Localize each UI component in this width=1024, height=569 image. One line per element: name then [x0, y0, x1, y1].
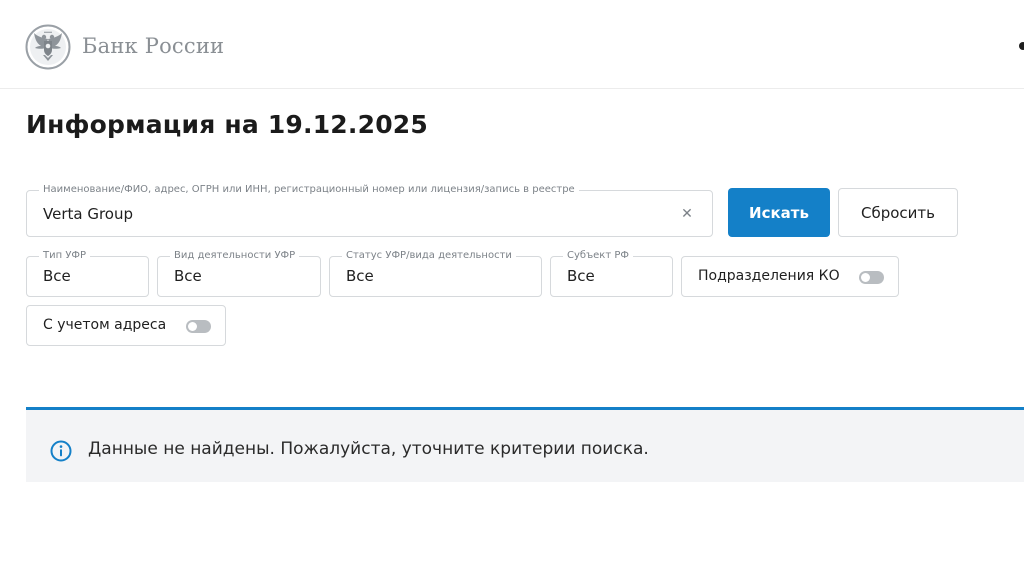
filter-status-value: Все — [346, 267, 374, 285]
search-input-value[interactable]: Verta Group — [43, 205, 133, 223]
filter-type-select[interactable]: Тип УФР Все — [26, 249, 149, 297]
divisions-switch[interactable] — [859, 271, 884, 284]
no-results-message: Данные не найдены. Пожалуйста, уточните … — [88, 439, 649, 459]
site-header: Банк России — [0, 0, 1024, 89]
search-input-legend: Наименование/ФИО, адрес, ОГРН или ИНН, р… — [39, 183, 579, 197]
filter-status-select[interactable]: Статус УФР/вида деятельности Все — [329, 249, 542, 297]
no-results-notice: Данные не найдены. Пожалуйста, уточните … — [26, 407, 1024, 482]
filter-subject-legend: Субъект РФ — [563, 249, 633, 263]
filter-subject-select[interactable]: Субъект РФ Все — [550, 249, 673, 297]
filter-status-legend: Статус УФР/вида деятельности — [342, 249, 516, 263]
switch-knob — [188, 322, 197, 331]
filter-activity-value: Все — [174, 267, 202, 285]
search-button[interactable]: Искать — [728, 188, 830, 237]
eagle-emblem-icon[interactable] — [25, 24, 71, 70]
address-toggle[interactable]: С учетом адреса — [26, 305, 226, 346]
divisions-toggle-label: Подразделения КО — [698, 268, 840, 284]
close-icon[interactable]: ✕ — [680, 205, 694, 223]
filter-type-value: Все — [43, 267, 71, 285]
filter-type-legend: Тип УФР — [39, 249, 91, 263]
search-input[interactable]: Наименование/ФИО, адрес, ОГРН или ИНН, р… — [26, 183, 713, 237]
menu-dot-icon[interactable] — [1019, 42, 1024, 50]
info-icon — [50, 440, 72, 462]
divisions-toggle[interactable]: Подразделения КО — [681, 256, 899, 297]
logo-text[interactable]: Банк России — [82, 34, 224, 58]
switch-knob — [861, 273, 870, 282]
address-switch[interactable] — [186, 320, 211, 333]
filter-activity-legend: Вид деятельности УФР — [170, 249, 300, 263]
address-toggle-label: С учетом адреса — [43, 317, 167, 333]
reset-button[interactable]: Сбросить — [838, 188, 958, 237]
filter-subject-value: Все — [567, 267, 595, 285]
filter-activity-select[interactable]: Вид деятельности УФР Все — [157, 249, 321, 297]
page-title: Информация на 19.12.2025 — [26, 110, 428, 139]
